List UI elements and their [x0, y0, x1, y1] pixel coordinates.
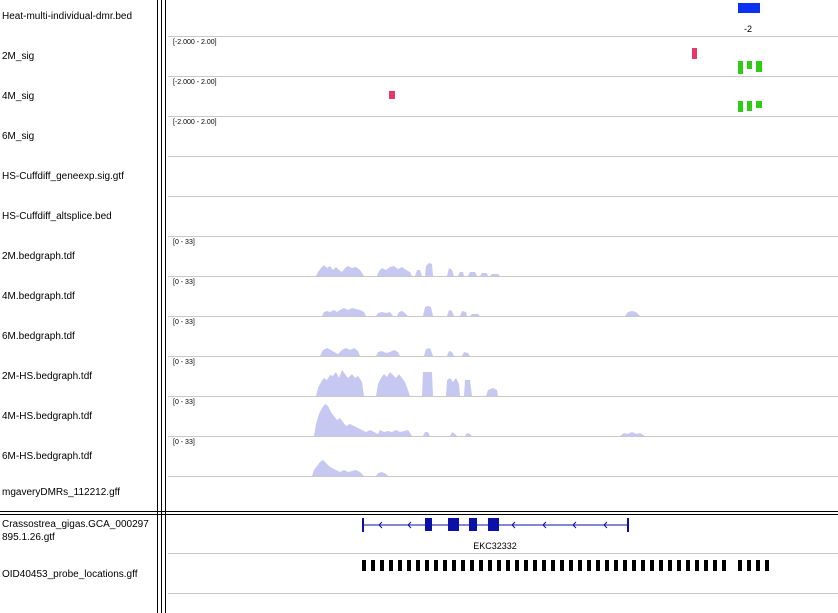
probe-mark[interactable] [443, 560, 447, 571]
coverage-6m[interactable] [320, 348, 470, 356]
probe-mark[interactable] [515, 560, 519, 571]
probe-mark[interactable] [623, 560, 627, 571]
probe-mark[interactable] [371, 560, 375, 571]
gene-exon[interactable] [425, 518, 432, 531]
probe-mark[interactable] [747, 560, 751, 571]
coverage-6m-hs[interactable] [312, 460, 388, 476]
probe-mark[interactable] [434, 560, 438, 571]
probe-mark[interactable] [380, 560, 384, 571]
probe-mark[interactable] [542, 560, 546, 571]
probe-mark[interactable] [524, 560, 528, 571]
sig-bar[interactable] [756, 61, 762, 72]
probe-mark[interactable] [479, 560, 483, 571]
probe-mark[interactable] [398, 560, 402, 571]
probe-mark[interactable] [533, 560, 537, 571]
probe-mark[interactable] [389, 560, 393, 571]
sig-bar[interactable] [692, 48, 697, 59]
coverage-2m[interactable] [316, 263, 500, 276]
probe-mark[interactable] [578, 560, 582, 571]
probe-mark[interactable] [650, 560, 654, 571]
probe-mark[interactable] [659, 560, 663, 571]
probe-locations[interactable] [362, 560, 769, 571]
dmr-feature-label: -2 [743, 24, 752, 34]
gene-exon[interactable] [469, 518, 477, 531]
probe-mark[interactable] [686, 560, 690, 571]
probe-mark[interactable] [551, 560, 555, 571]
probe-mark[interactable] [497, 560, 501, 571]
coverage-2m-hs[interactable] [316, 370, 498, 396]
probe-mark[interactable] [569, 560, 573, 571]
probe-mark[interactable] [506, 560, 510, 571]
coverage-4m-hs[interactable] [314, 404, 645, 436]
sig-bar[interactable] [747, 61, 752, 69]
probe-mark[interactable] [560, 560, 564, 571]
probe-mark[interactable] [756, 560, 760, 571]
probe-mark[interactable] [668, 560, 672, 571]
probe-mark[interactable] [587, 560, 591, 571]
probe-mark[interactable] [614, 560, 618, 571]
probe-mark[interactable] [596, 560, 600, 571]
probe-mark[interactable] [677, 560, 681, 571]
sig-bar[interactable] [747, 101, 752, 111]
probe-mark[interactable] [695, 560, 699, 571]
probe-mark[interactable] [407, 560, 411, 571]
probe-mark[interactable] [461, 560, 465, 571]
probe-mark[interactable] [452, 560, 456, 571]
probe-mark[interactable] [605, 560, 609, 571]
probe-mark[interactable] [722, 560, 726, 571]
probe-mark[interactable] [713, 560, 717, 571]
sig-bar[interactable] [738, 101, 743, 112]
probe-mark[interactable] [641, 560, 645, 571]
probe-mark[interactable] [632, 560, 636, 571]
gene-feature-label: EKC32332 [473, 541, 517, 551]
sig-bar[interactable] [738, 61, 743, 74]
probe-mark[interactable] [765, 560, 769, 571]
dmr-feature[interactable] [738, 3, 760, 13]
probe-mark[interactable] [416, 560, 420, 571]
probe-mark[interactable] [470, 560, 474, 571]
coverage-4m[interactable] [322, 306, 640, 316]
sig-bar[interactable] [389, 91, 395, 99]
genome-data-panel[interactable] [0, 0, 838, 613]
probe-mark[interactable] [704, 560, 708, 571]
probe-mark[interactable] [488, 560, 492, 571]
gene-exon[interactable] [488, 518, 499, 531]
sig-bar[interactable] [756, 101, 762, 108]
probe-mark[interactable] [425, 560, 429, 571]
gene-exon[interactable] [448, 518, 459, 531]
probe-mark[interactable] [362, 560, 366, 571]
probe-mark[interactable] [738, 560, 742, 571]
